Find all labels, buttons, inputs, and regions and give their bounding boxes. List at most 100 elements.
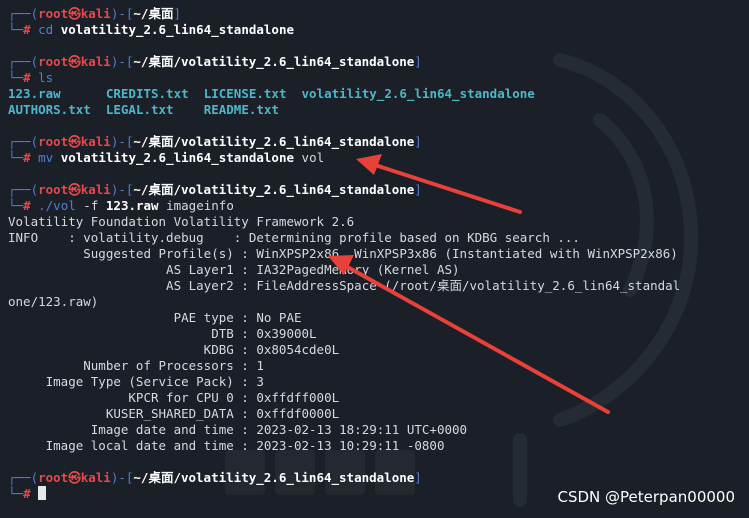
prompt-hash: #: [23, 486, 31, 501]
prompt-frame-bottom: └─: [8, 70, 24, 85]
prompt-header-line: ┌──(root㉿kali)-[~/桌面/volatility_2.6_lin6…: [8, 54, 743, 70]
imageinfo-output-line: Image Type (Service Pack) : 3: [8, 374, 743, 390]
prompt-frame-open: ┌──(: [8, 6, 39, 21]
ls-output-row: AUTHORS.txt LEGAL.txt README.txt: [8, 102, 743, 118]
command-name: ./vol: [38, 198, 76, 213]
prompt-cwd: ~/桌面/volatility_2.6_lin64_standalone: [133, 54, 415, 69]
prompt-user-host: root㉿kali: [38, 182, 111, 197]
prompt-frame-bottom: └─: [8, 150, 24, 165]
imageinfo-output-line: KDBG : 0x8054cde0L: [8, 342, 743, 358]
imageinfo-text: Volatility Foundation Volatility Framewo…: [8, 214, 355, 229]
ls-file-entry: volatility_2.6_lin64_standalone: [301, 86, 535, 101]
prompt-frame-close: ]: [414, 134, 422, 149]
imageinfo-text: AS Layer1 : IA32PagedMemory (Kernel AS): [8, 262, 460, 277]
prompt-hash: #: [23, 70, 31, 85]
command-name: mv: [38, 150, 54, 165]
command-arg: vol: [301, 150, 325, 165]
ls-file-entry: CREDITS.txt: [105, 86, 204, 101]
prompt-user-host: root㉿kali: [38, 134, 111, 149]
imageinfo-output-line: AS Layer1 : IA32PagedMemory (Kernel AS): [8, 262, 743, 278]
prompt-frame-open: ┌──(: [8, 54, 39, 69]
prompt-hash: #: [23, 198, 31, 213]
prompt-header-line: ┌──(root㉿kali)-[~/桌面/volatility_2.6_lin6…: [8, 470, 743, 486]
prompt-user-host: root㉿kali: [38, 470, 111, 485]
prompt-cwd: ~/桌面/volatility_2.6_lin64_standalone: [133, 134, 415, 149]
imageinfo-text: Number of Processors : 1: [8, 358, 264, 373]
prompt-frame-mid: )-[: [110, 6, 134, 21]
imageinfo-text: KDBG : 0x8054cde0L: [8, 342, 340, 357]
terminal-window[interactable]: ┌──(root㉿kali)-[~/桌面] └─# cd volatility_2…: [8, 6, 743, 502]
terminal-cursor[interactable]: [38, 486, 47, 500]
imageinfo-output-line: Number of Processors : 1: [8, 358, 743, 374]
command-arg: volatility_2.6_lin64_standalone: [60, 150, 295, 165]
ls-file-entry: AUTHORS.txt: [8, 102, 106, 117]
imageinfo-output-line: INFO : volatility.debug : Determining pr…: [8, 230, 743, 246]
prompt-user-host: root㉿kali: [38, 54, 111, 69]
imageinfo-output-line: AS Layer2 : FileAddressSpace (/root/桌面/v…: [8, 278, 743, 294]
prompt-cwd: ~/桌面/volatility_2.6_lin64_standalone: [133, 182, 415, 197]
imageinfo-output-line: Suggested Profile(s) : WinXPSP2x86, WinX…: [8, 246, 743, 262]
imageinfo-text: Image date and time : 2023-02-13 18:29:1…: [8, 422, 468, 437]
command-arg: 123.raw: [105, 198, 159, 213]
imageinfo-output-line: PAE type : No PAE: [8, 310, 743, 326]
imageinfo-text: DTB : 0x39000L: [8, 326, 317, 341]
ls-file-entry: LEGAL.txt: [105, 102, 204, 117]
imageinfo-output-line: KPCR for CPU 0 : 0xffdff000L: [8, 390, 743, 406]
prompt-frame-open: ┌──(: [8, 470, 39, 485]
imageinfo-text: Suggested Profile(s) : WinXPSP2x86, WinX…: [8, 246, 678, 261]
command-line: └─# ls: [8, 70, 743, 86]
prompt-header-line: ┌──(root㉿kali)-[~/桌面]: [8, 6, 743, 22]
prompt-frame-mid: )-[: [110, 134, 134, 149]
command-line: └─# mv volatility_2.6_lin64_standalone v…: [8, 150, 743, 166]
ls-output-row: 123.raw CREDITS.txt LICENSE.txt volatili…: [8, 86, 743, 102]
prompt-frame-mid: )-[: [110, 54, 134, 69]
imageinfo-text: INFO : volatility.debug : Determining pr…: [8, 230, 580, 245]
prompt-frame-close: ]: [414, 470, 422, 485]
prompt-hash: #: [23, 22, 31, 37]
prompt-frame-close: ]: [173, 6, 181, 21]
prompt-frame-close: ]: [414, 54, 422, 69]
prompt-frame-mid: )-[: [110, 182, 134, 197]
imageinfo-text: PAE type : No PAE: [8, 310, 302, 325]
imageinfo-output-line: Image date and time : 2023-02-13 18:29:1…: [8, 422, 743, 438]
imageinfo-output-line: DTB : 0x39000L: [8, 326, 743, 342]
ls-file-entry: README.txt: [203, 102, 279, 117]
prompt-cwd: ~/桌面: [133, 6, 174, 21]
imageinfo-text: KPCR for CPU 0 : 0xffdff000L: [8, 390, 340, 405]
command-arg: volatility_2.6_lin64_standalone: [60, 22, 295, 37]
prompt-cwd: ~/桌面/volatility_2.6_lin64_standalone: [133, 470, 415, 485]
prompt-header-line: ┌──(root㉿kali)-[~/桌面/volatility_2.6_lin6…: [8, 182, 743, 198]
prompt-frame-bottom: └─: [8, 486, 24, 501]
prompt-hash: #: [23, 150, 31, 165]
imageinfo-text: Image local date and time : 2023-02-13 1…: [8, 438, 445, 453]
imageinfo-text: one/123.raw): [8, 294, 99, 309]
prompt-frame-bottom: └─: [8, 198, 24, 213]
imageinfo-output-line: Image local date and time : 2023-02-13 1…: [8, 438, 743, 454]
imageinfo-output-line: Volatility Foundation Volatility Framewo…: [8, 214, 743, 230]
command-name: ls: [38, 70, 54, 85]
imageinfo-text: Image Type (Service Pack) : 3: [8, 374, 264, 389]
ls-file-entry: LICENSE.txt: [203, 86, 302, 101]
ls-file-entry: 123.raw: [8, 86, 106, 101]
prompt-frame-bottom: └─: [8, 22, 24, 37]
imageinfo-output-line: one/123.raw): [8, 294, 743, 310]
command-arg: imageinfo: [166, 198, 234, 213]
command-arg: -f: [83, 198, 99, 213]
prompt-frame-open: ┌──(: [8, 182, 39, 197]
prompt-user-host: root㉿kali: [38, 6, 111, 21]
imageinfo-text: KUSER_SHARED_DATA : 0xffdf0000L: [8, 406, 340, 421]
